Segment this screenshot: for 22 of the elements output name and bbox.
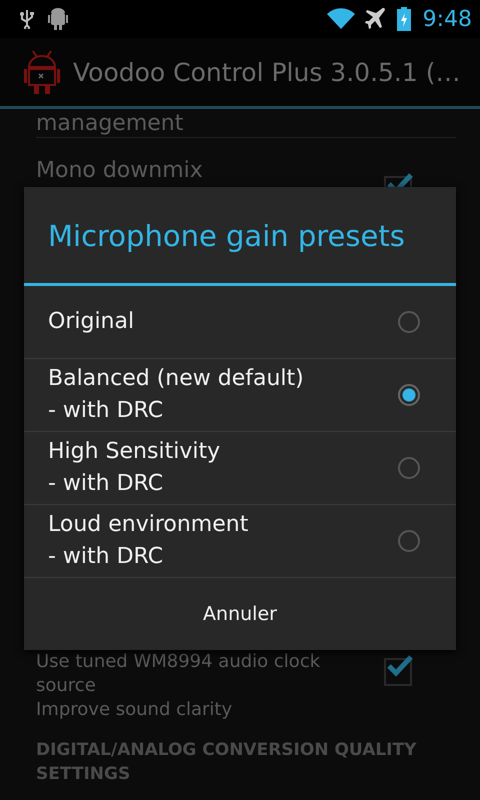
radio-button[interactable] — [398, 530, 420, 552]
dialog-title: Microphone gain presets — [47, 218, 406, 255]
section-header: DIGITAL/ANALOG CONVERSION QUALITY SETTINGS — [36, 739, 418, 786]
wifi-icon — [326, 8, 355, 30]
battery-icon — [396, 7, 411, 31]
radio-button[interactable] — [398, 384, 420, 406]
usb-icon — [20, 9, 34, 29]
airplane-icon — [364, 8, 387, 30]
android-robot-icon — [23, 49, 61, 95]
setting-title: management — [36, 111, 184, 137]
app-title: Voodoo Control Plus 3.0.5.1 (… — [73, 58, 460, 86]
clock-time: 9:48 — [422, 6, 472, 32]
radio-option[interactable]: Original — [24, 286, 456, 359]
radio-button[interactable] — [398, 311, 420, 333]
radio-option[interactable]: High Sensitivity - with DRC — [24, 432, 456, 505]
radio-option[interactable]: Balanced (new default) - with DRC — [24, 359, 456, 432]
setting-summary: Use tuned WM8994 audio clock source Improve sound clarity — [36, 650, 322, 722]
checkbox[interactable] — [384, 658, 412, 686]
radio-button[interactable] — [398, 457, 420, 479]
cancel-button[interactable]: Annuler — [24, 578, 456, 650]
setting-title: Mono downmix — [36, 158, 203, 183]
android-debug-icon — [48, 7, 68, 31]
